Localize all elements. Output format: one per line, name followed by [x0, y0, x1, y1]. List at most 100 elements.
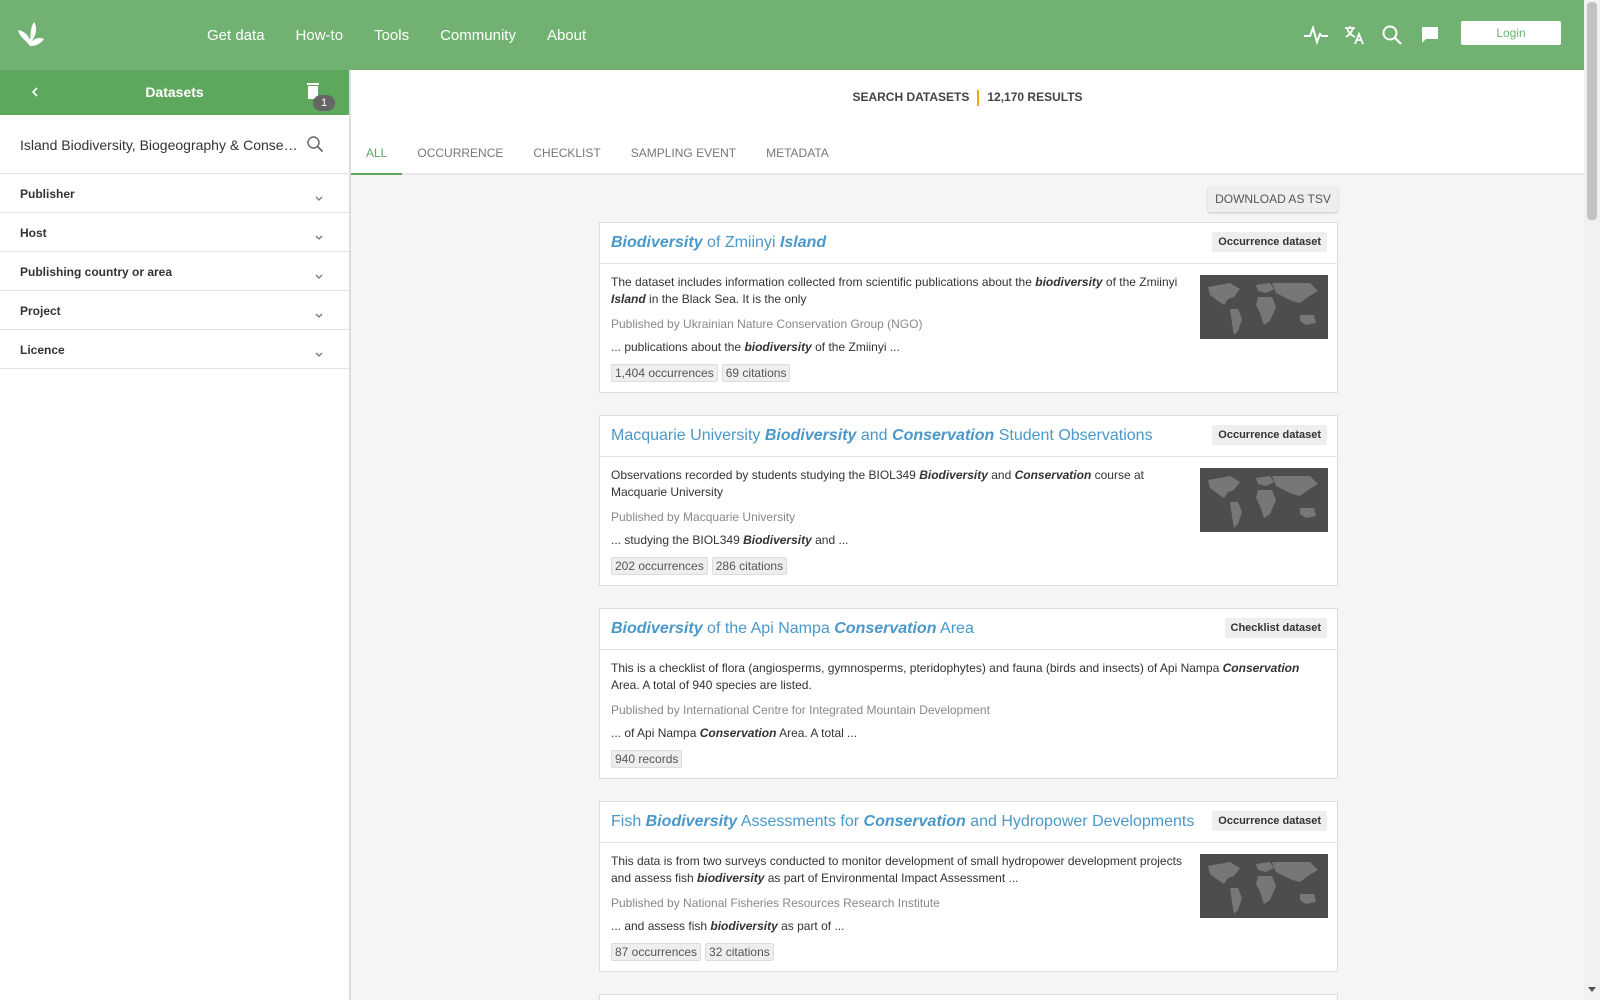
dataset-publisher: Published by International Centre for In… — [611, 703, 990, 717]
facet-host[interactable]: Host — [0, 213, 349, 252]
snippet-text: ... of Api Nampa — [611, 726, 700, 740]
snippet-text: ... publications about the — [611, 340, 745, 354]
facet-label: Host — [20, 226, 47, 240]
description-text: Area. A total of 940 species are listed. — [611, 678, 812, 692]
snippet-highlight: biodiversity — [710, 919, 778, 933]
dataset-title-link[interactable]: Biodiversity of the Api Nampa Conservati… — [611, 620, 974, 638]
stat-tag[interactable]: 87 occurrences — [611, 943, 702, 961]
nav-how-to[interactable]: How-to — [296, 27, 344, 44]
dataset-search-row: Island Biodiversity, Biogeography & Cons… — [0, 115, 349, 174]
dataset-result-card: Biodiversity of the Api Nampa Conservati… — [599, 608, 1338, 779]
dataset-title-link[interactable]: Biodiversity of Zmiinyi Island — [611, 234, 826, 252]
facet-project[interactable]: Project — [0, 291, 349, 330]
feedback-icon[interactable] — [1417, 22, 1443, 48]
dataset-description: This data is from two surveys conducted … — [611, 853, 1191, 887]
dataset-result-card: Macquarie University Biodiversity and Co… — [599, 415, 1338, 586]
facet-publisher[interactable]: Publisher — [0, 174, 349, 213]
search-icon[interactable] — [306, 135, 324, 153]
dataset-type-tabs: ALL OCCURRENCE CHECKLIST SAMPLING EVENT … — [351, 133, 844, 175]
description-text: Observations recorded by students studyi… — [611, 468, 920, 482]
dataset-title-link[interactable]: Fish Biodiversity Assessments for Conser… — [611, 813, 1194, 831]
card-body: Observations recorded by students studyi… — [600, 457, 1337, 585]
tab-metadata[interactable]: METADATA — [751, 133, 844, 175]
search-snippet: ... studying the BIOL349 Biodiversity an… — [611, 533, 1326, 547]
results-header: SEARCH DATASETS 12,170 RESULTS ALL OCCURR… — [351, 70, 1584, 175]
summary-separator — [977, 90, 980, 106]
tab-occurrence[interactable]: OCCURRENCE — [402, 133, 518, 175]
snippet-text: of the Zmiinyi ... — [811, 340, 900, 354]
facet-publishing-country[interactable]: Publishing country or area — [0, 252, 349, 291]
description-highlight: biodiversity — [1035, 275, 1103, 289]
translate-icon[interactable] — [1341, 22, 1367, 48]
snippet-text: ... studying the BIOL349 — [611, 533, 744, 547]
search-icon[interactable] — [1379, 22, 1405, 48]
title-text: Assessments for — [737, 813, 864, 830]
page-scrollbar[interactable] — [1584, 0, 1600, 1000]
title-text: Area — [936, 620, 974, 637]
stat-tag[interactable]: 940 records — [611, 750, 683, 768]
description-text: The dataset includes information collect… — [611, 275, 1036, 289]
facet-label: Licence — [20, 343, 65, 357]
title-text: and — [856, 427, 893, 444]
search-snippet: ... publications about the biodiversity … — [611, 340, 1326, 354]
nav-get-data[interactable]: Get data — [207, 27, 265, 44]
card-header: Fish Biodiversity Assessments for Conser… — [600, 802, 1337, 843]
card-header: Biodiversity of Zmiinyi Island Occurrence… — [600, 223, 1337, 264]
nav-community[interactable]: Community — [440, 27, 516, 44]
occurrence-world-map[interactable] — [1200, 468, 1328, 532]
stat-tag[interactable]: 32 citations — [705, 943, 774, 961]
stat-tag[interactable]: 202 occurrences — [611, 557, 708, 575]
nav-tools[interactable]: Tools — [374, 27, 409, 44]
tab-sampling-event[interactable]: SAMPLING EVENT — [616, 133, 751, 175]
top-icons — [1303, 22, 1455, 48]
dataset-type-badge: Occurrence dataset — [1212, 425, 1327, 445]
nav-about[interactable]: About — [547, 27, 586, 44]
results-main: SEARCH DATASETS 12,170 RESULTS ALL OCCURR… — [351, 70, 1584, 1000]
chevron-down-icon — [314, 346, 324, 357]
chevron-down-icon — [314, 268, 324, 279]
description-highlight: Conservation — [1222, 661, 1300, 675]
chevron-down-icon — [314, 190, 324, 201]
title-text: Student Observations — [994, 427, 1153, 444]
top-navigation-bar: Get data How-to Tools Community About Lo… — [0, 0, 1584, 70]
sidebar-header: Datasets 1 — [0, 70, 349, 115]
stat-tag[interactable]: 286 citations — [711, 557, 788, 575]
results-count: 12,170 RESULTS — [987, 90, 1083, 105]
facet-licence[interactable]: Licence — [0, 330, 349, 369]
download-tsv-button[interactable]: DOWNLOAD AS TSV — [1208, 186, 1338, 212]
scroll-down-arrow-icon[interactable] — [1588, 987, 1596, 992]
dataset-stats: 87 occurrences 32 citations — [611, 943, 1326, 961]
login-button[interactable]: Login — [1461, 21, 1561, 45]
occurrence-world-map[interactable] — [1200, 275, 1328, 339]
chevron-down-icon — [314, 307, 324, 318]
dataset-result-card: Biodiversity of Zmiinyi Island Occurrence… — [599, 222, 1338, 393]
snippet-highlight: biodiversity — [744, 340, 812, 354]
chevron-down-icon — [314, 229, 324, 240]
snippet-text: as part of ... — [777, 919, 845, 933]
dataset-description: This is a checklist of flora (angiosperm… — [611, 660, 1326, 694]
stat-tag[interactable]: 1,404 occurrences — [611, 364, 718, 382]
tab-all[interactable]: ALL — [351, 133, 403, 175]
search-snippet: ... and assess fish biodiversity as part… — [611, 919, 1326, 933]
dataset-type-badge: Occurrence dataset — [1212, 232, 1327, 252]
title-highlight: Conservation — [892, 427, 995, 444]
stat-tag[interactable]: 69 citations — [721, 364, 791, 382]
scrollbar-thumb[interactable] — [1587, 2, 1597, 220]
dataset-result-card — [599, 994, 1338, 1000]
dataset-title-link[interactable]: Macquarie University Biodiversity and Co… — [611, 427, 1153, 445]
dataset-search-input[interactable]: Island Biodiversity, Biogeography & Cons… — [20, 137, 302, 153]
occurrence-world-map[interactable] — [1200, 854, 1328, 918]
dataset-result-card: Fish Biodiversity Assessments for Conser… — [599, 801, 1338, 972]
facet-label: Publisher — [20, 187, 75, 201]
gbif-logo-icon[interactable] — [16, 20, 46, 50]
card-header: Macquarie University Biodiversity and Co… — [600, 416, 1337, 457]
tab-checklist[interactable]: CHECKLIST — [518, 133, 615, 175]
title-highlight: Island — [779, 234, 827, 251]
card-body: This data is from two surveys conducted … — [600, 843, 1337, 971]
snippet-text: and ... — [811, 533, 849, 547]
activity-icon[interactable] — [1303, 22, 1329, 48]
title-highlight: Biodiversity — [611, 234, 703, 251]
sidebar-title: Datasets — [145, 84, 204, 100]
card-header: Biodiversity of the Api Nampa Conservati… — [600, 609, 1337, 650]
dataset-type-badge: Checklist dataset — [1224, 618, 1327, 638]
